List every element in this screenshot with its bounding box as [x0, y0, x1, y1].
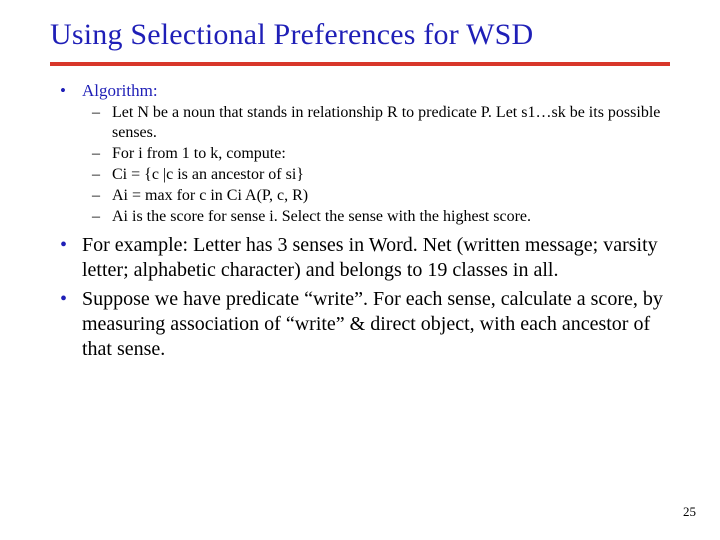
algorithm-step: Ai = max for c in Ci A(P, c, R): [82, 186, 670, 206]
bullet-list: Algorithm: Let N be a noun that stands i…: [50, 80, 670, 362]
algorithm-step: Ai is the score for sense i. Select the …: [82, 207, 670, 227]
slide-title: Using Selectional Preferences for WSD: [0, 0, 720, 52]
algorithm-step: Let N be a noun that stands in relations…: [82, 103, 670, 143]
slide: Using Selectional Preferences for WSD Al…: [0, 0, 720, 540]
algorithm-label: Algorithm:: [82, 81, 158, 100]
page-number: 25: [683, 504, 696, 520]
algorithm-step: Ci = {c |c is an ancestor of si}: [82, 165, 670, 185]
bullet-algorithm: Algorithm: Let N be a noun that stands i…: [50, 80, 670, 227]
slide-body: Algorithm: Let N be a noun that stands i…: [0, 66, 720, 362]
algorithm-step: For i from 1 to k, compute:: [82, 144, 670, 164]
algorithm-steps: Let N be a noun that stands in relations…: [82, 103, 670, 227]
bullet-example: For example: Letter has 3 senses in Word…: [50, 233, 670, 283]
bullet-suppose: Suppose we have predicate “write”. For e…: [50, 287, 670, 362]
